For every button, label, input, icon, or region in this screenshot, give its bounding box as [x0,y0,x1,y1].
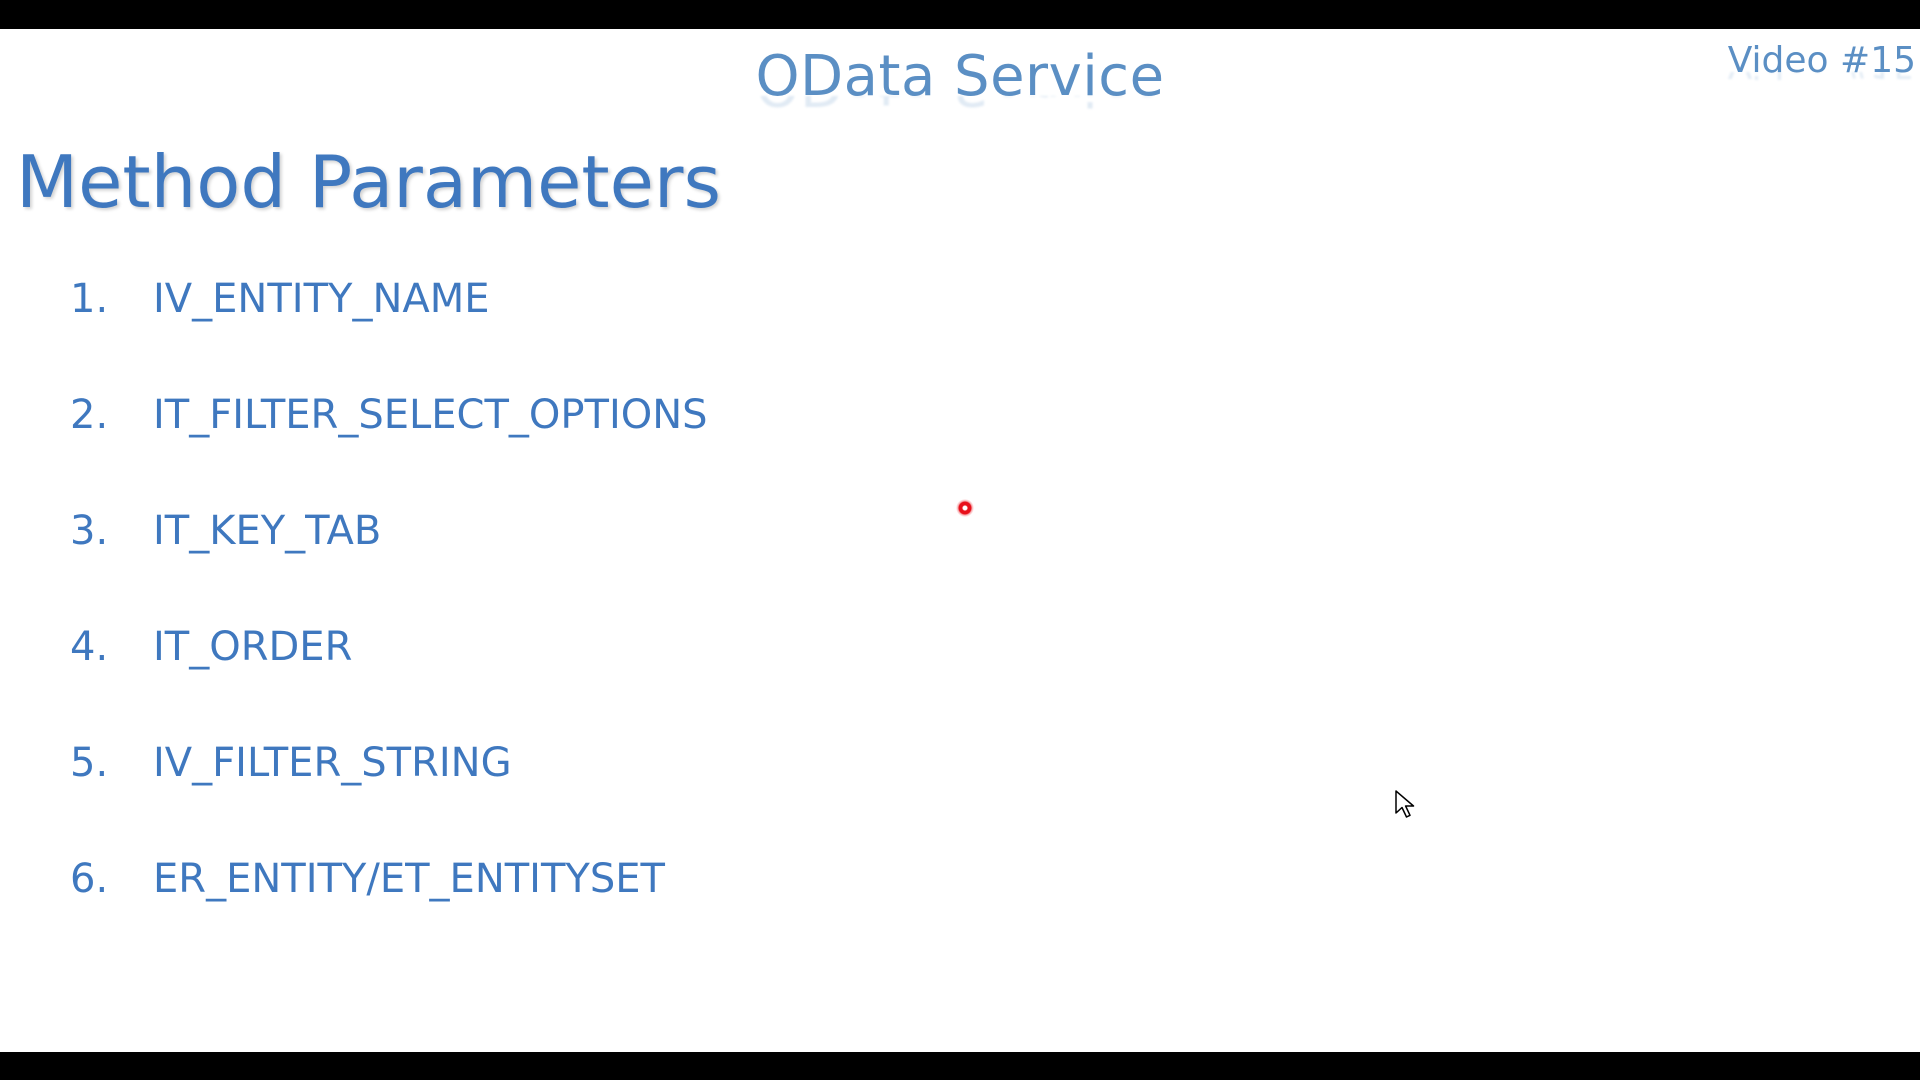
laser-pointer-icon [956,499,974,517]
letterbox-top [0,0,1920,29]
parameter-number: 6. [70,856,109,902]
letterbox-bottom [0,1052,1920,1080]
parameter-name: ER_ENTITY/ET_ENTITYSET [153,856,665,902]
parameter-number: 5. [70,740,109,786]
parameter-name: IV_ENTITY_NAME [153,276,490,322]
video-number-reflection: Video #15 [1728,72,1916,86]
video-number-tag: Video #15 Video #15 [1728,39,1916,86]
slide-title: Method Parameters [16,140,722,224]
presentation-slide: OData Service OData Service Video #15 Vi… [0,29,1920,1052]
parameter-number: 3. [70,508,109,554]
parameter-name: IT_FILTER_SELECT_OPTIONS [153,392,708,438]
header-title: OData Service OData Service [0,43,1920,118]
parameter-number: 2. [70,392,109,438]
parameter-name: IT_KEY_TAB [153,508,382,554]
header-title-reflection: OData Service [0,96,1920,118]
parameter-name: IT_ORDER [153,624,353,670]
parameter-name: IV_FILTER_STRING [153,740,512,786]
parameter-number: 4. [70,624,109,670]
mouse-cursor-icon [1395,790,1415,818]
parameter-number: 1. [70,276,109,322]
